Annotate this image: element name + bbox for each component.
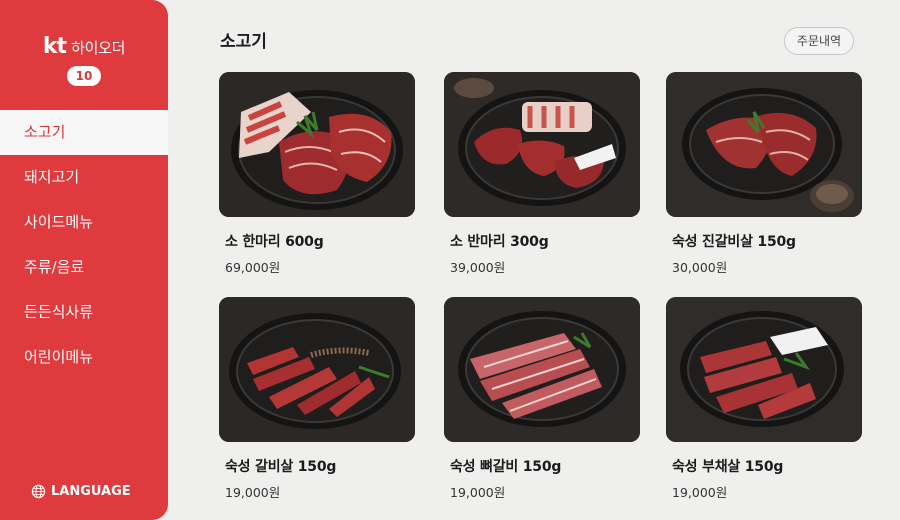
- product-card[interactable]: 숙성 뼈갈비 150g 19,000원: [444, 297, 640, 501]
- brand-logo: kt 하이오더: [0, 34, 168, 59]
- category-menu: 소고기 돼지고기 사이드메뉴 주류/음료 든든식사류 어린이메뉴: [0, 110, 168, 380]
- product-price: 19,000원: [672, 485, 728, 500]
- product-name: 숙성 진갈비살 150g: [672, 234, 796, 250]
- product-card[interactable]: 숙성 진갈비살 150g 30,000원: [666, 72, 862, 276]
- product-name: 숙성 뼈갈비 150g: [450, 459, 562, 475]
- page-title: 소고기: [220, 32, 267, 52]
- product-card[interactable]: 소 반마리 300g 39,000원: [444, 72, 640, 276]
- product-price: 19,000원: [450, 485, 506, 500]
- sidebar-item-pork[interactable]: 돼지고기: [0, 155, 168, 200]
- product-price: 69,000원: [225, 260, 281, 275]
- aged-bone-rib-image: [444, 297, 640, 442]
- kiosk-screen: kt 하이오더 10 소고기 돼지고기 사이드메뉴 주류/음료 든든식사류 어린…: [0, 0, 900, 520]
- aged-rib-finger-image: [219, 297, 415, 442]
- sidebar-item-beef[interactable]: 소고기: [0, 110, 168, 155]
- aged-premium-short-rib-image: [666, 72, 862, 217]
- product-price: 30,000원: [672, 260, 728, 275]
- sidebar-item-kids-menu[interactable]: 어린이메뉴: [0, 335, 168, 380]
- menu-content: 소고기 주문내역 소 한마리 600g 69,000원 소 반마리 300g 3…: [168, 0, 900, 520]
- product-name: 숙성 부채살 150g: [672, 459, 784, 475]
- product-card[interactable]: 소 한마리 600g 69,000원: [219, 72, 415, 276]
- beef-half-platter-image: [444, 72, 640, 217]
- table-number-badge: 10: [67, 66, 101, 86]
- language-button[interactable]: LANGUAGE: [31, 484, 131, 499]
- language-label: LANGUAGE: [51, 484, 131, 499]
- service-name: 하이오더: [71, 39, 126, 57]
- product-name: 숙성 갈비살 150g: [225, 459, 337, 475]
- category-sidebar: kt 하이오더 10 소고기 돼지고기 사이드메뉴 주류/음료 든든식사류 어린…: [0, 0, 168, 520]
- product-card[interactable]: 숙성 갈비살 150g 19,000원: [219, 297, 415, 501]
- sidebar-item-side-menu[interactable]: 사이드메뉴: [0, 200, 168, 245]
- aged-flat-iron-image: [666, 297, 862, 442]
- globe-icon: [31, 484, 46, 499]
- kt-logo: kt: [42, 34, 67, 59]
- product-card[interactable]: 숙성 부채살 150g 19,000원: [666, 297, 862, 501]
- order-history-button[interactable]: 주문내역: [784, 27, 854, 55]
- sidebar-item-meals[interactable]: 든든식사류: [0, 290, 168, 335]
- product-price: 39,000원: [450, 260, 506, 275]
- beef-platter-image: [219, 72, 415, 217]
- sidebar-item-drinks[interactable]: 주류/음료: [0, 245, 168, 290]
- product-name: 소 반마리 300g: [450, 234, 549, 250]
- product-name: 소 한마리 600g: [225, 234, 324, 250]
- product-price: 19,000원: [225, 485, 281, 500]
